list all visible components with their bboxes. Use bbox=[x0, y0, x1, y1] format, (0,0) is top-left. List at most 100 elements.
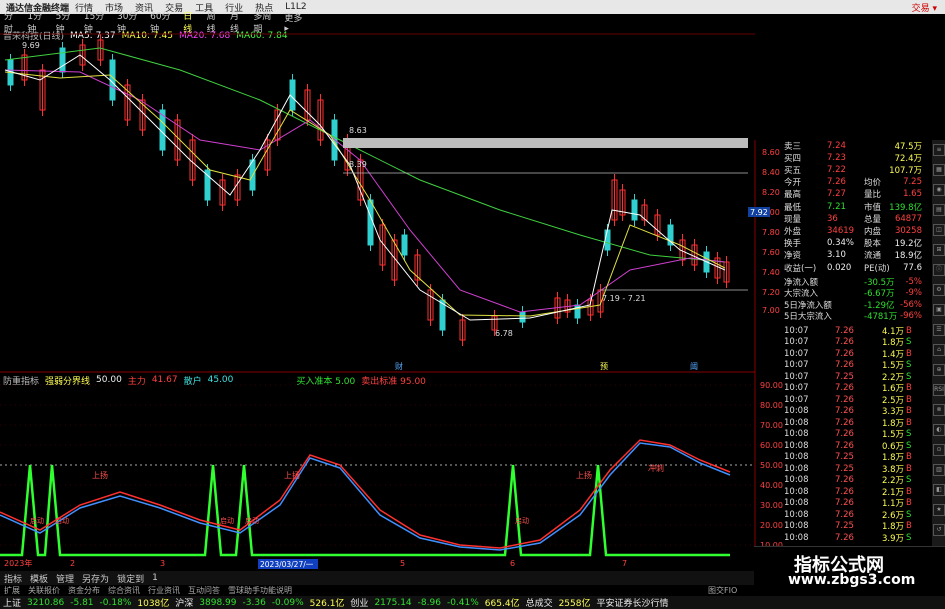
tab-manage[interactable]: 管理 bbox=[52, 572, 78, 585]
side-tool-icon[interactable]: ↺ bbox=[933, 524, 945, 536]
quote-label-2: 股本 bbox=[864, 239, 882, 250]
side-tool-icon[interactable]: ⊙ bbox=[933, 444, 945, 456]
tick-side: B bbox=[906, 486, 912, 497]
tick-volume: 2.1万 bbox=[882, 487, 905, 498]
side-tool-icon[interactable]: ◐ bbox=[933, 424, 945, 436]
tick-time: 10:08 bbox=[784, 406, 809, 417]
tick-time: 10:08 bbox=[784, 463, 809, 474]
tab-indicator[interactable]: 指标 bbox=[0, 572, 26, 585]
side-tool-icon[interactable]: ⊗ bbox=[933, 404, 945, 416]
tick-row: 10:08 7.25 1.8万 B bbox=[760, 521, 932, 532]
tab-save-as[interactable]: 另存为 bbox=[78, 572, 113, 585]
tick-side: S bbox=[906, 429, 912, 440]
tick-volume: 2.5万 bbox=[882, 395, 905, 406]
tick-time: 10:08 bbox=[784, 440, 809, 451]
event-mark-2[interactable]: 预 bbox=[600, 361, 608, 371]
side-tool-icon[interactable]: ▣ bbox=[933, 304, 945, 316]
tick-side: B bbox=[906, 452, 912, 463]
tick-time: 10:07 bbox=[784, 325, 809, 336]
tick-price: 7.25 bbox=[835, 521, 854, 532]
tick-price: 7.26 bbox=[835, 360, 854, 371]
ind-label-up-1: 上扬 bbox=[92, 470, 108, 480]
subtab-help[interactable]: 雪球助手功能说明 bbox=[224, 585, 296, 596]
quote-value-2: 7.25 bbox=[903, 177, 922, 188]
subtab-fund[interactable]: 资金分布 bbox=[64, 585, 104, 596]
indicator-sell: 卖出标准 95.00 bbox=[361, 376, 426, 387]
side-tool-icon[interactable]: RSI bbox=[933, 384, 945, 396]
tick-time: 10:08 bbox=[784, 521, 809, 532]
tick-price: 7.26 bbox=[835, 394, 854, 405]
ind-label-act-5: 启动 bbox=[515, 516, 529, 525]
status-item: 总成交 bbox=[525, 599, 553, 609]
price-box-highlight bbox=[343, 138, 748, 148]
tab-one[interactable]: 1 bbox=[148, 573, 162, 583]
x-tick: 6 bbox=[510, 559, 515, 568]
tab-template[interactable]: 模板 bbox=[26, 572, 52, 585]
status-item: 665.4亿 bbox=[484, 599, 520, 609]
quote-panel: 卖三 7.24 47.5万 买四 7.23 72.4万 买五 7.22 107.7万 今开 7.26… bbox=[760, 140, 932, 550]
side-tool-icon[interactable]: ◉ bbox=[933, 184, 945, 196]
tick-row: 10:07 7.26 1.5万 S bbox=[760, 360, 932, 371]
right-bottom-label[interactable]: 图交FIO bbox=[704, 585, 741, 596]
indicator-name[interactable]: 防重指标 bbox=[0, 374, 42, 387]
side-tool-icon[interactable]: ⚙ bbox=[933, 284, 945, 296]
tick-side: B bbox=[906, 417, 912, 428]
side-tool-icon[interactable]: ≡ bbox=[933, 144, 945, 156]
side-tool-icon[interactable]: ◫ bbox=[933, 224, 945, 236]
side-tool-icon[interactable]: ▥ bbox=[933, 464, 945, 476]
side-tool-icon[interactable]: ⌂ bbox=[933, 344, 945, 356]
subtab-qa[interactable]: 互动问答 bbox=[184, 585, 224, 596]
flow-value: -30.5万 bbox=[864, 277, 895, 288]
tick-row: 10:08 7.26 2.1万 B bbox=[760, 486, 932, 498]
quote-label: 净资 bbox=[784, 251, 802, 262]
ind-label-act-2: 启动 bbox=[55, 516, 69, 525]
status-item: 3210.86 bbox=[27, 597, 65, 608]
subtab-ind-news[interactable]: 行业资讯 bbox=[144, 585, 184, 596]
quote-row: 收益(一) 0.020 PE(动) 77.6 bbox=[760, 262, 932, 274]
status-item: -3.36 bbox=[242, 597, 266, 608]
tick-price: 7.26 bbox=[835, 486, 854, 497]
tick-time: 10:08 bbox=[784, 532, 809, 543]
tick-price: 7.26 bbox=[835, 498, 854, 509]
side-tool-icon[interactable]: ★ bbox=[933, 504, 945, 516]
quote-label-2: 市值 bbox=[864, 202, 882, 213]
flow-pct: -56% bbox=[900, 299, 922, 310]
subtab-news[interactable]: 综合资讯 bbox=[104, 585, 144, 596]
event-mark-3[interactable]: 阈 bbox=[690, 361, 698, 371]
tick-row: 10:07 7.26 1.8万 S bbox=[760, 337, 932, 348]
x-tick: 7 bbox=[622, 559, 627, 568]
side-tool-icon[interactable]: ◧ bbox=[933, 484, 945, 496]
side-tool-icon[interactable]: ⓘ bbox=[933, 264, 945, 276]
flow-pct: -9% bbox=[905, 288, 922, 299]
x-tick: 2023年 bbox=[4, 558, 32, 568]
event-mark-1[interactable]: 财 bbox=[395, 361, 403, 371]
tick-side: B bbox=[906, 394, 912, 405]
tick-side: B bbox=[906, 406, 912, 417]
ind-label-up-2: 上扬 bbox=[284, 470, 300, 480]
side-tool-icon[interactable]: ⊕ bbox=[933, 364, 945, 376]
flow-value: -4781万 bbox=[864, 312, 898, 323]
quote-value: 34619 bbox=[827, 225, 855, 236]
side-tool-icon[interactable]: ☰ bbox=[933, 324, 945, 336]
subtab-related[interactable]: 关联报价 bbox=[24, 585, 64, 596]
flow-pct: -5% bbox=[905, 276, 922, 287]
tick-time: 10:08 bbox=[784, 417, 809, 428]
side-tool-icon[interactable]: ⊞ bbox=[933, 244, 945, 256]
quote-row: 现量 36 总量 64877 bbox=[760, 213, 932, 225]
tick-price: 7.26 bbox=[835, 383, 854, 394]
status-item: 创业 bbox=[350, 599, 369, 609]
quote-value-2: 72.4万 bbox=[894, 153, 922, 164]
tick-time: 10:07 bbox=[784, 348, 809, 359]
side-tool-icon[interactable]: ▦ bbox=[933, 164, 945, 176]
flow-label: 5日大宗流入 bbox=[784, 312, 832, 323]
indicator-signal-line bbox=[0, 464, 730, 557]
subtab-ext[interactable]: 扩展 bbox=[0, 585, 24, 596]
tab-lock[interactable]: 锁定到 bbox=[113, 572, 148, 585]
quote-row: 买四 7.23 72.4万 bbox=[760, 152, 932, 164]
side-tool-icon[interactable]: ▤ bbox=[933, 204, 945, 216]
tick-volume: 3.9万 bbox=[882, 533, 905, 544]
tick-volume: 1.8万 bbox=[882, 522, 905, 533]
quote-row: 最低 7.21 市值 139.8亿 bbox=[760, 201, 932, 213]
status-item: 上证 bbox=[3, 599, 22, 609]
quote-value-2: 18.9亿 bbox=[894, 251, 922, 262]
